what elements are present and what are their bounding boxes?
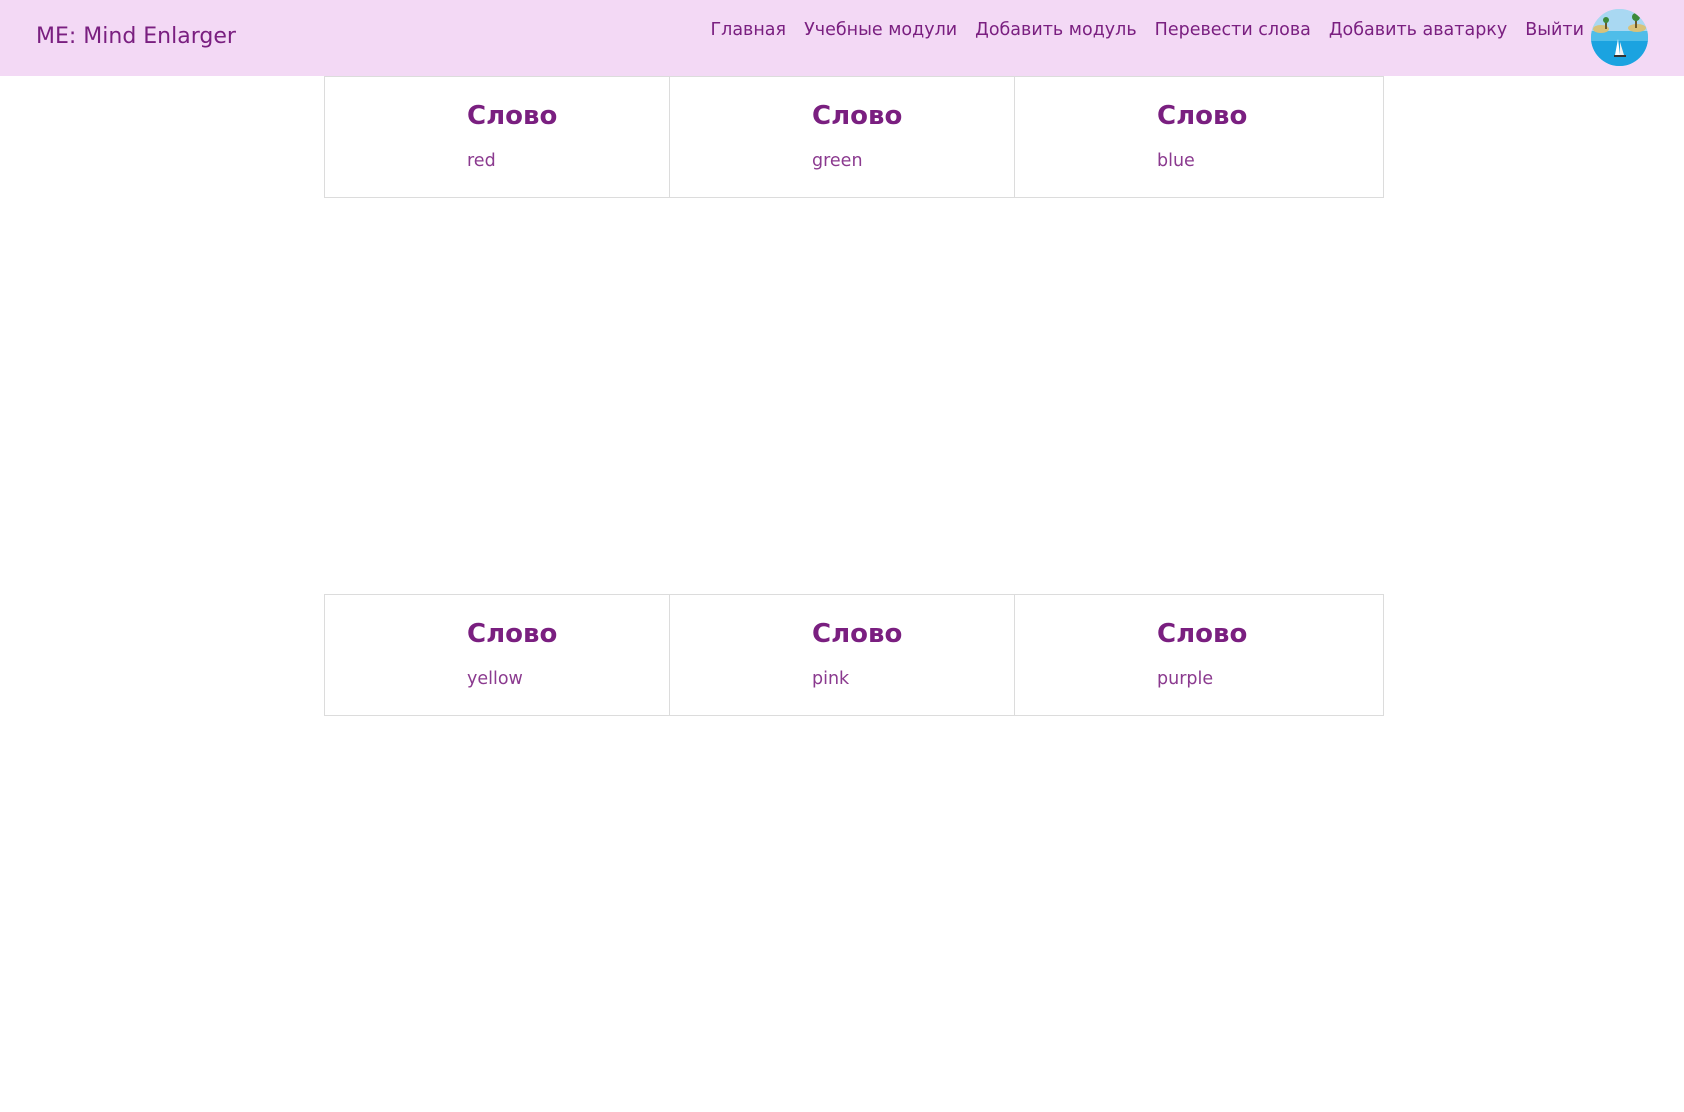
card-row-2: Слово yellow Слово pink Слово purple xyxy=(324,594,1384,716)
card-word: pink xyxy=(812,669,850,689)
navbar: ME: Mind Enlarger Главная Учебные модули… xyxy=(0,0,1684,76)
nav-link-home[interactable]: Главная xyxy=(710,20,786,40)
card-title: Слово xyxy=(812,101,903,131)
card-title: Слово xyxy=(467,619,558,649)
card-row-1: Слово red Слово green Слово blue xyxy=(324,76,1384,198)
avatar-image xyxy=(1591,9,1648,66)
word-card[interactable]: Слово pink xyxy=(669,594,1015,716)
card-word: green xyxy=(812,151,863,171)
card-title: Слово xyxy=(1157,619,1248,649)
word-card[interactable]: Слово red xyxy=(324,76,670,198)
word-card[interactable]: Слово blue xyxy=(1014,76,1384,198)
word-card[interactable]: Слово purple xyxy=(1014,594,1384,716)
nav-link-translate[interactable]: Перевести слова xyxy=(1155,20,1311,40)
card-word: purple xyxy=(1157,669,1214,689)
nav-link-logout[interactable]: Выйти xyxy=(1525,20,1584,40)
card-title: Слово xyxy=(467,101,558,131)
nav-link-add-module[interactable]: Добавить модуль xyxy=(975,20,1137,40)
nav-link-add-avatar[interactable]: Добавить аватарку xyxy=(1329,20,1507,40)
nav-link-modules[interactable]: Учебные модули xyxy=(804,20,957,40)
card-title: Слово xyxy=(812,619,903,649)
nav-links: Главная Учебные модули Добавить модуль П… xyxy=(710,20,1584,40)
avatar[interactable] xyxy=(1591,9,1648,66)
card-word: red xyxy=(467,151,496,171)
card-word: yellow xyxy=(467,669,523,689)
card-title: Слово xyxy=(1157,101,1248,131)
card-word: blue xyxy=(1157,151,1195,171)
word-card[interactable]: Слово yellow xyxy=(324,594,670,716)
word-card[interactable]: Слово green xyxy=(669,76,1015,198)
brand-link[interactable]: ME: Mind Enlarger xyxy=(36,24,236,49)
